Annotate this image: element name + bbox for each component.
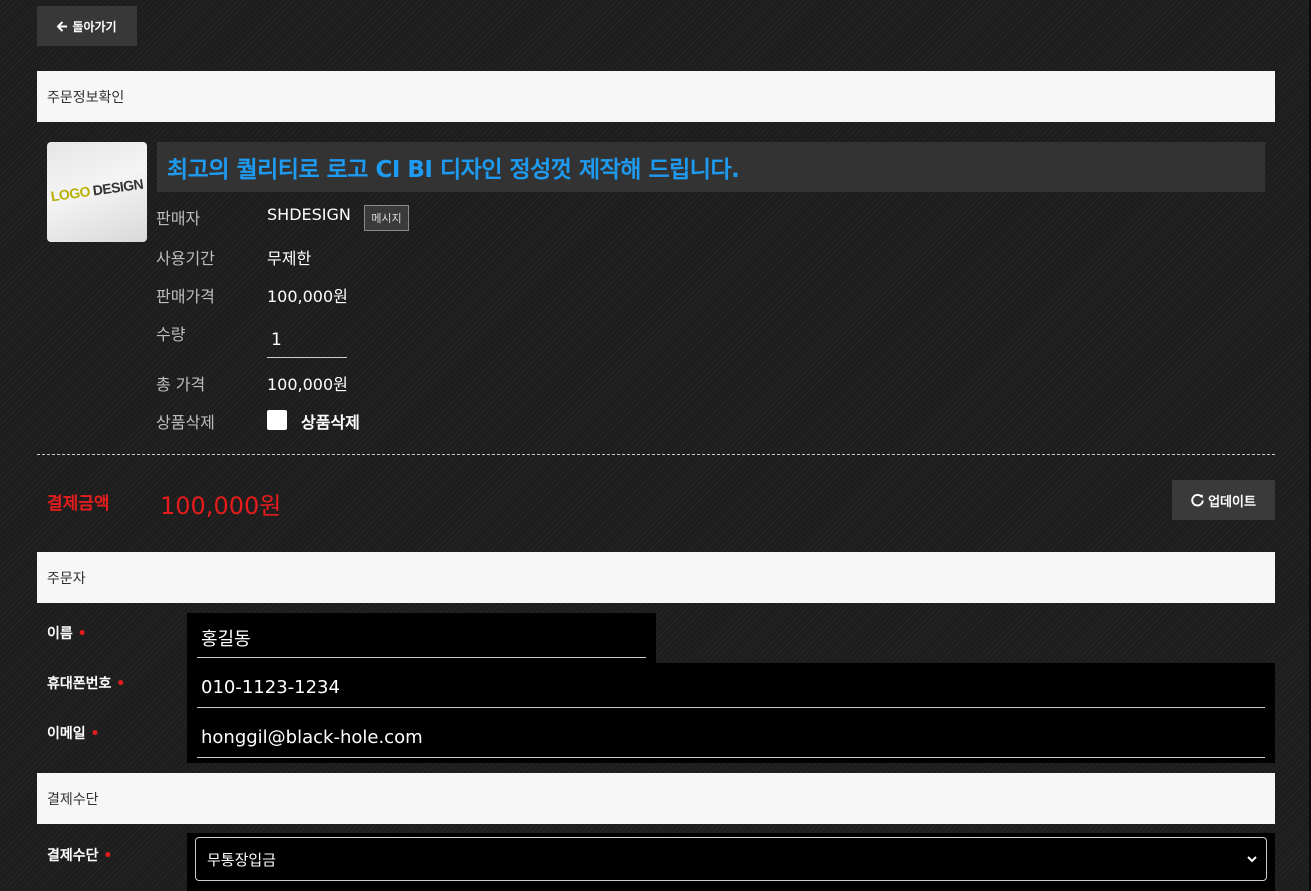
order-info-header: 주문정보확인	[37, 71, 1275, 122]
payment-amount: 100,000원	[160, 492, 282, 520]
price-value: 100,000원	[267, 287, 348, 306]
page: 돌아가기 주문정보확인 LOGODESIGN 최고의 퀄리티로 로고 CI BI…	[0, 0, 1311, 891]
update-button[interactable]: 업데이트	[1172, 480, 1275, 520]
delete-label: 상품삭제	[156, 413, 215, 432]
email-label: 이메일 •	[47, 726, 100, 742]
chevron-down-icon	[1247, 856, 1257, 863]
price-label: 판매가격	[156, 287, 215, 306]
divider	[37, 454, 1275, 455]
phone-input[interactable]	[197, 668, 1265, 708]
payment-method-label: 결제수단 •	[47, 848, 113, 864]
update-button-label: 업데이트	[1208, 494, 1256, 510]
message-button[interactable]: 메시지	[364, 205, 409, 231]
payment-amount-label: 결제금액	[47, 494, 110, 514]
quantity-label: 수량	[156, 325, 186, 344]
delete-checkbox[interactable]	[267, 410, 287, 430]
required-mark: •	[103, 848, 113, 864]
seller-name: SHDESIGN	[267, 205, 351, 224]
payment-method-selected: 무통장입금	[207, 850, 277, 869]
back-button[interactable]: 돌아가기	[37, 6, 137, 46]
quantity-input[interactable]	[267, 322, 347, 358]
period-value: 무제한	[267, 249, 312, 268]
arrow-left-icon	[57, 20, 68, 32]
name-input[interactable]	[197, 618, 646, 658]
name-label: 이름 •	[47, 626, 87, 642]
phone-label: 휴대폰번호 •	[47, 676, 126, 692]
required-mark: •	[90, 726, 100, 742]
refresh-icon	[1191, 493, 1204, 506]
period-label: 사용기간	[156, 249, 215, 268]
product-thumbnail: LOGODESIGN	[47, 142, 147, 242]
payment-method-select[interactable]: 무통장입금	[195, 837, 1267, 881]
required-mark: •	[116, 676, 126, 692]
delete-checkbox-label[interactable]: 상품삭제	[301, 409, 360, 433]
orderer-header: 주문자	[37, 552, 1275, 603]
total-label: 총 가격	[156, 375, 206, 394]
product-title: 최고의 퀄리티로 로고 CI BI 디자인 정성껏 제작해 드립니다.	[157, 142, 1265, 192]
payment-method-header: 결제수단	[37, 773, 1275, 824]
required-mark: •	[77, 626, 87, 642]
email-input[interactable]	[197, 718, 1265, 758]
seller-label: 판매자	[156, 209, 201, 228]
back-button-label: 돌아가기	[72, 19, 117, 34]
thumbnail-logo: LOGODESIGN	[49, 175, 145, 205]
total-value: 100,000원	[267, 375, 348, 394]
